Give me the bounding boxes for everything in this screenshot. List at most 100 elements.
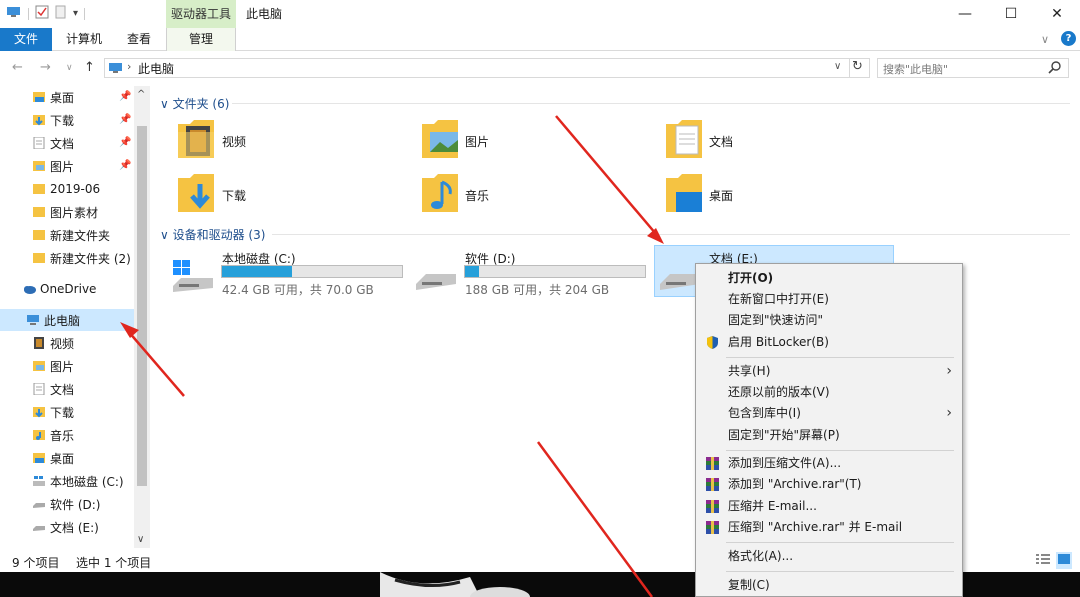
close-button[interactable]: ✕ [1034,0,1080,28]
menu-item-compress-email[interactable]: 压缩并 E-mail... [696,496,962,517]
menu-item-copy[interactable]: 复制(C) [696,575,962,596]
minimize-button[interactable]: — [942,0,988,28]
recent-dropdown-icon[interactable]: ∨ [66,63,73,73]
properties-icon[interactable] [35,5,49,22]
desktop-folder-icon [32,452,46,464]
tiles-view-icon[interactable] [1056,552,1072,569]
new-folder-icon[interactable] [55,5,67,22]
maximize-button[interactable]: ☐ [988,0,1034,28]
sidebar-item-pc-downloads[interactable]: 下载 [0,401,134,423]
scroll-up-icon[interactable]: ^ [137,89,145,100]
sidebar-item-drive-e[interactable]: 文档 (E:) [0,516,134,538]
sidebar-item-drive-d[interactable]: 软件 (D:) [0,493,134,515]
address-pc-icon [108,61,124,78]
ribbon-expand-icon[interactable]: ∨ [1041,33,1049,46]
cloud-icon [22,283,36,295]
tab-file[interactable]: 文件 [0,28,52,51]
pin-icon[interactable]: 📌 [119,91,131,102]
pin-icon[interactable]: 📌 [119,114,131,125]
sidebar-item-this-pc[interactable]: 此电脑 [0,309,134,331]
videos-folder-icon[interactable] [176,118,216,165]
sidebar-item-pc-desktop[interactable]: 桌面 [0,447,134,469]
back-icon[interactable]: ← [12,60,23,75]
folders-group-header[interactable]: ∨ 文件夹 (6) [160,95,229,112]
menu-item-share[interactable]: 共享(H) › [696,361,962,382]
context-menu: 打开(O) 在新窗口中打开(E) 固定到"快速访问" 启用 BitLocker(… [695,263,963,597]
sidebar-item-new-folder-2[interactable]: 新建文件夹 (2) [0,247,134,269]
folder-label-music[interactable]: 音乐 [465,187,489,204]
menu-item-bitlocker[interactable]: 启用 BitLocker(B) [696,332,962,353]
address-dropdown-icon[interactable]: ∨ [834,61,841,72]
scroll-down-icon[interactable]: ∨ [137,534,144,545]
sidebar-item-onedrive[interactable]: OneDrive [0,278,134,300]
system-drive-icon[interactable] [171,258,215,297]
music-folder-icon[interactable] [420,172,460,219]
sidebar-scrollbar-thumb[interactable] [137,126,147,486]
menu-item-include-library[interactable]: 包含到库中(I) › [696,403,962,424]
folder-label-pictures[interactable]: 图片 [465,133,489,150]
search-placeholder: 搜索"此电脑" [883,63,949,76]
documents-icon [32,382,46,396]
forward-icon[interactable]: → [40,60,51,75]
sidebar-item-picture-materials[interactable]: 图片素材 [0,201,134,223]
pictures-folder-icon [32,160,46,172]
menu-item-add-rar[interactable]: 添加到 "Archive.rar"(T) [696,474,962,495]
music-folder-icon [32,429,46,441]
sidebar-item-videos[interactable]: 视频 [0,332,134,354]
pictures-folder-icon[interactable] [420,118,460,165]
menu-item-pin-start[interactable]: 固定到"开始"屏幕(P) [696,425,962,446]
tab-view[interactable]: 查看 [118,28,160,51]
menu-item-format[interactable]: 格式化(A)... [696,546,962,567]
drives-group-header[interactable]: ∨ 设备和驱动器 (3) [160,226,265,243]
selection-count: 选中 1 个项目 [76,556,152,570]
collapse-icon[interactable]: ∨ [160,228,173,242]
menu-item-pin-quick-access[interactable]: 固定到"快速访问" [696,310,962,331]
sidebar-item-documents[interactable]: 文档 [0,132,134,154]
sidebar-item-pc-documents[interactable]: 文档 [0,378,134,400]
sidebar-item-pictures[interactable]: 图片 [0,155,134,177]
collapse-icon[interactable]: ∨ [160,97,173,111]
winrar-icon [705,520,720,535]
pin-icon[interactable]: 📌 [119,160,131,171]
search-icon[interactable] [1048,60,1062,77]
folder-label-documents[interactable]: 文档 [709,133,733,150]
details-view-icon[interactable] [1036,553,1050,568]
folder-icon [32,252,46,264]
help-icon[interactable]: ? [1061,31,1076,46]
folder-label-videos[interactable]: 视频 [222,133,246,150]
tab-computer[interactable]: 计算机 [60,28,108,51]
sidebar-item-2019-06[interactable]: 2019-06 [0,178,134,200]
menu-item-add-archive[interactable]: 添加到压缩文件(A)... [696,453,962,474]
tab-manage[interactable]: 管理 [166,28,236,51]
sidebar-item-pc-pictures[interactable]: 图片 [0,355,134,377]
menu-item-open-new-window[interactable]: 在新窗口中打开(E) [696,289,962,310]
refresh-icon[interactable]: ↻ [852,59,863,74]
sidebar-item-downloads[interactable]: 下载 [0,109,134,131]
sidebar-item-desktop[interactable]: 桌面 [0,86,134,108]
menu-item-restore-versions[interactable]: 还原以前的版本(V) [696,382,962,403]
sidebar-item-music[interactable]: 音乐 [0,424,134,446]
window-title: 此电脑 [246,7,283,21]
sidebar-item-new-folder[interactable]: 新建文件夹 [0,224,134,246]
drive-icon[interactable] [414,262,458,297]
folder-icon [32,229,46,241]
up-icon[interactable]: ↑ [84,60,95,75]
breadcrumb[interactable]: 此电脑 [138,60,174,77]
qat-dropdown-icon[interactable]: ▾ [73,8,78,19]
desktop-folder-icon [32,91,46,103]
submenu-chevron-icon: › [946,363,952,379]
navigation-pane: 桌面 📌 下载 📌 文档 📌 图片 📌 2019-06 图片素材 新建文件夹 新… [0,86,150,548]
drive-icon [32,498,46,510]
folder-label-downloads[interactable]: 下载 [222,187,246,204]
menu-item-compress-rar-email[interactable]: 压缩到 "Archive.rar" 并 E-mail [696,517,962,538]
breadcrumb-chevron-icon[interactable]: › [127,60,131,73]
address-bar[interactable] [104,58,870,78]
documents-folder-icon[interactable] [664,118,704,165]
sidebar-item-drive-c[interactable]: 本地磁盘 (C:) [0,470,134,492]
desktop-folder-icon[interactable] [664,172,704,219]
folder-label-desktop[interactable]: 桌面 [709,187,733,204]
folder-icon [32,183,46,195]
downloads-folder-icon[interactable] [176,172,216,219]
pin-icon[interactable]: 📌 [119,137,131,148]
menu-item-open[interactable]: 打开(O) [696,268,962,289]
